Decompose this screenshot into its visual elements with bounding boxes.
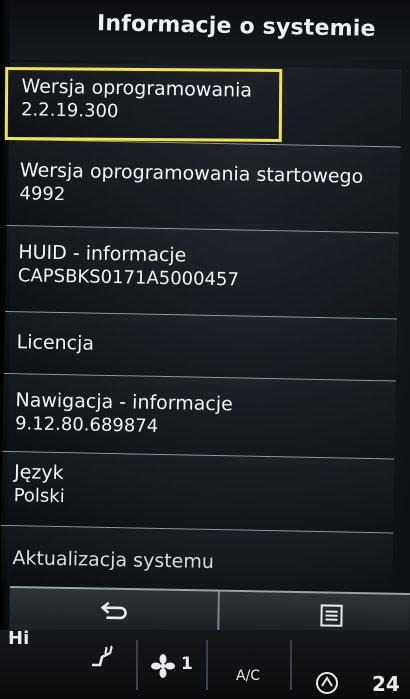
temperature-right: 24 bbox=[372, 672, 400, 696]
settings-list[interactable]: Wersja oprogramowania 2.2.19.300 Wersja … bbox=[0, 62, 410, 595]
system-info-screen: Informacje o systemie Wersja oprogramowa… bbox=[0, 0, 410, 699]
item-label: Licencja bbox=[16, 331, 95, 355]
list-menu-icon bbox=[320, 604, 343, 627]
status-left-text: Hi bbox=[8, 628, 30, 649]
list-item-license[interactable]: Licencja bbox=[4, 311, 398, 382]
list-item-huid-info[interactable]: HUID - informacje CAPSBKS0171A5000457 bbox=[5, 225, 399, 320]
recirculation-icon bbox=[316, 672, 338, 694]
divider bbox=[290, 640, 292, 690]
highlight-frame bbox=[4, 67, 283, 142]
ac-button[interactable]: A/C bbox=[236, 668, 260, 684]
item-label: Aktualizacja systemu bbox=[12, 547, 215, 574]
list-item-navigation-info[interactable]: Nawigacja - informacje 9.12.80.689874 bbox=[2, 373, 396, 460]
page-title: Informacje o systemie bbox=[97, 11, 377, 42]
seat-heat-icon bbox=[92, 645, 113, 667]
back-arrow-icon bbox=[100, 601, 127, 620]
list-item-system-update[interactable]: Aktualizacja systemu bbox=[0, 525, 394, 592]
recirculation-button[interactable] bbox=[312, 670, 342, 696]
list-item-language[interactable]: Język Polski bbox=[1, 451, 395, 534]
seat-heating-button[interactable] bbox=[86, 642, 120, 670]
fan-icon bbox=[151, 654, 175, 678]
climate-bar bbox=[0, 630, 410, 699]
fan-button[interactable] bbox=[148, 652, 178, 680]
fan-level: 1 bbox=[181, 654, 193, 674]
divider bbox=[206, 640, 208, 690]
divider bbox=[136, 640, 138, 690]
list-item-boot-software-version[interactable]: Wersja oprogramowania startowego 4992 bbox=[6, 139, 401, 234]
title-bar: Informacje o systemie bbox=[10, 0, 410, 60]
back-button[interactable] bbox=[9, 587, 220, 636]
